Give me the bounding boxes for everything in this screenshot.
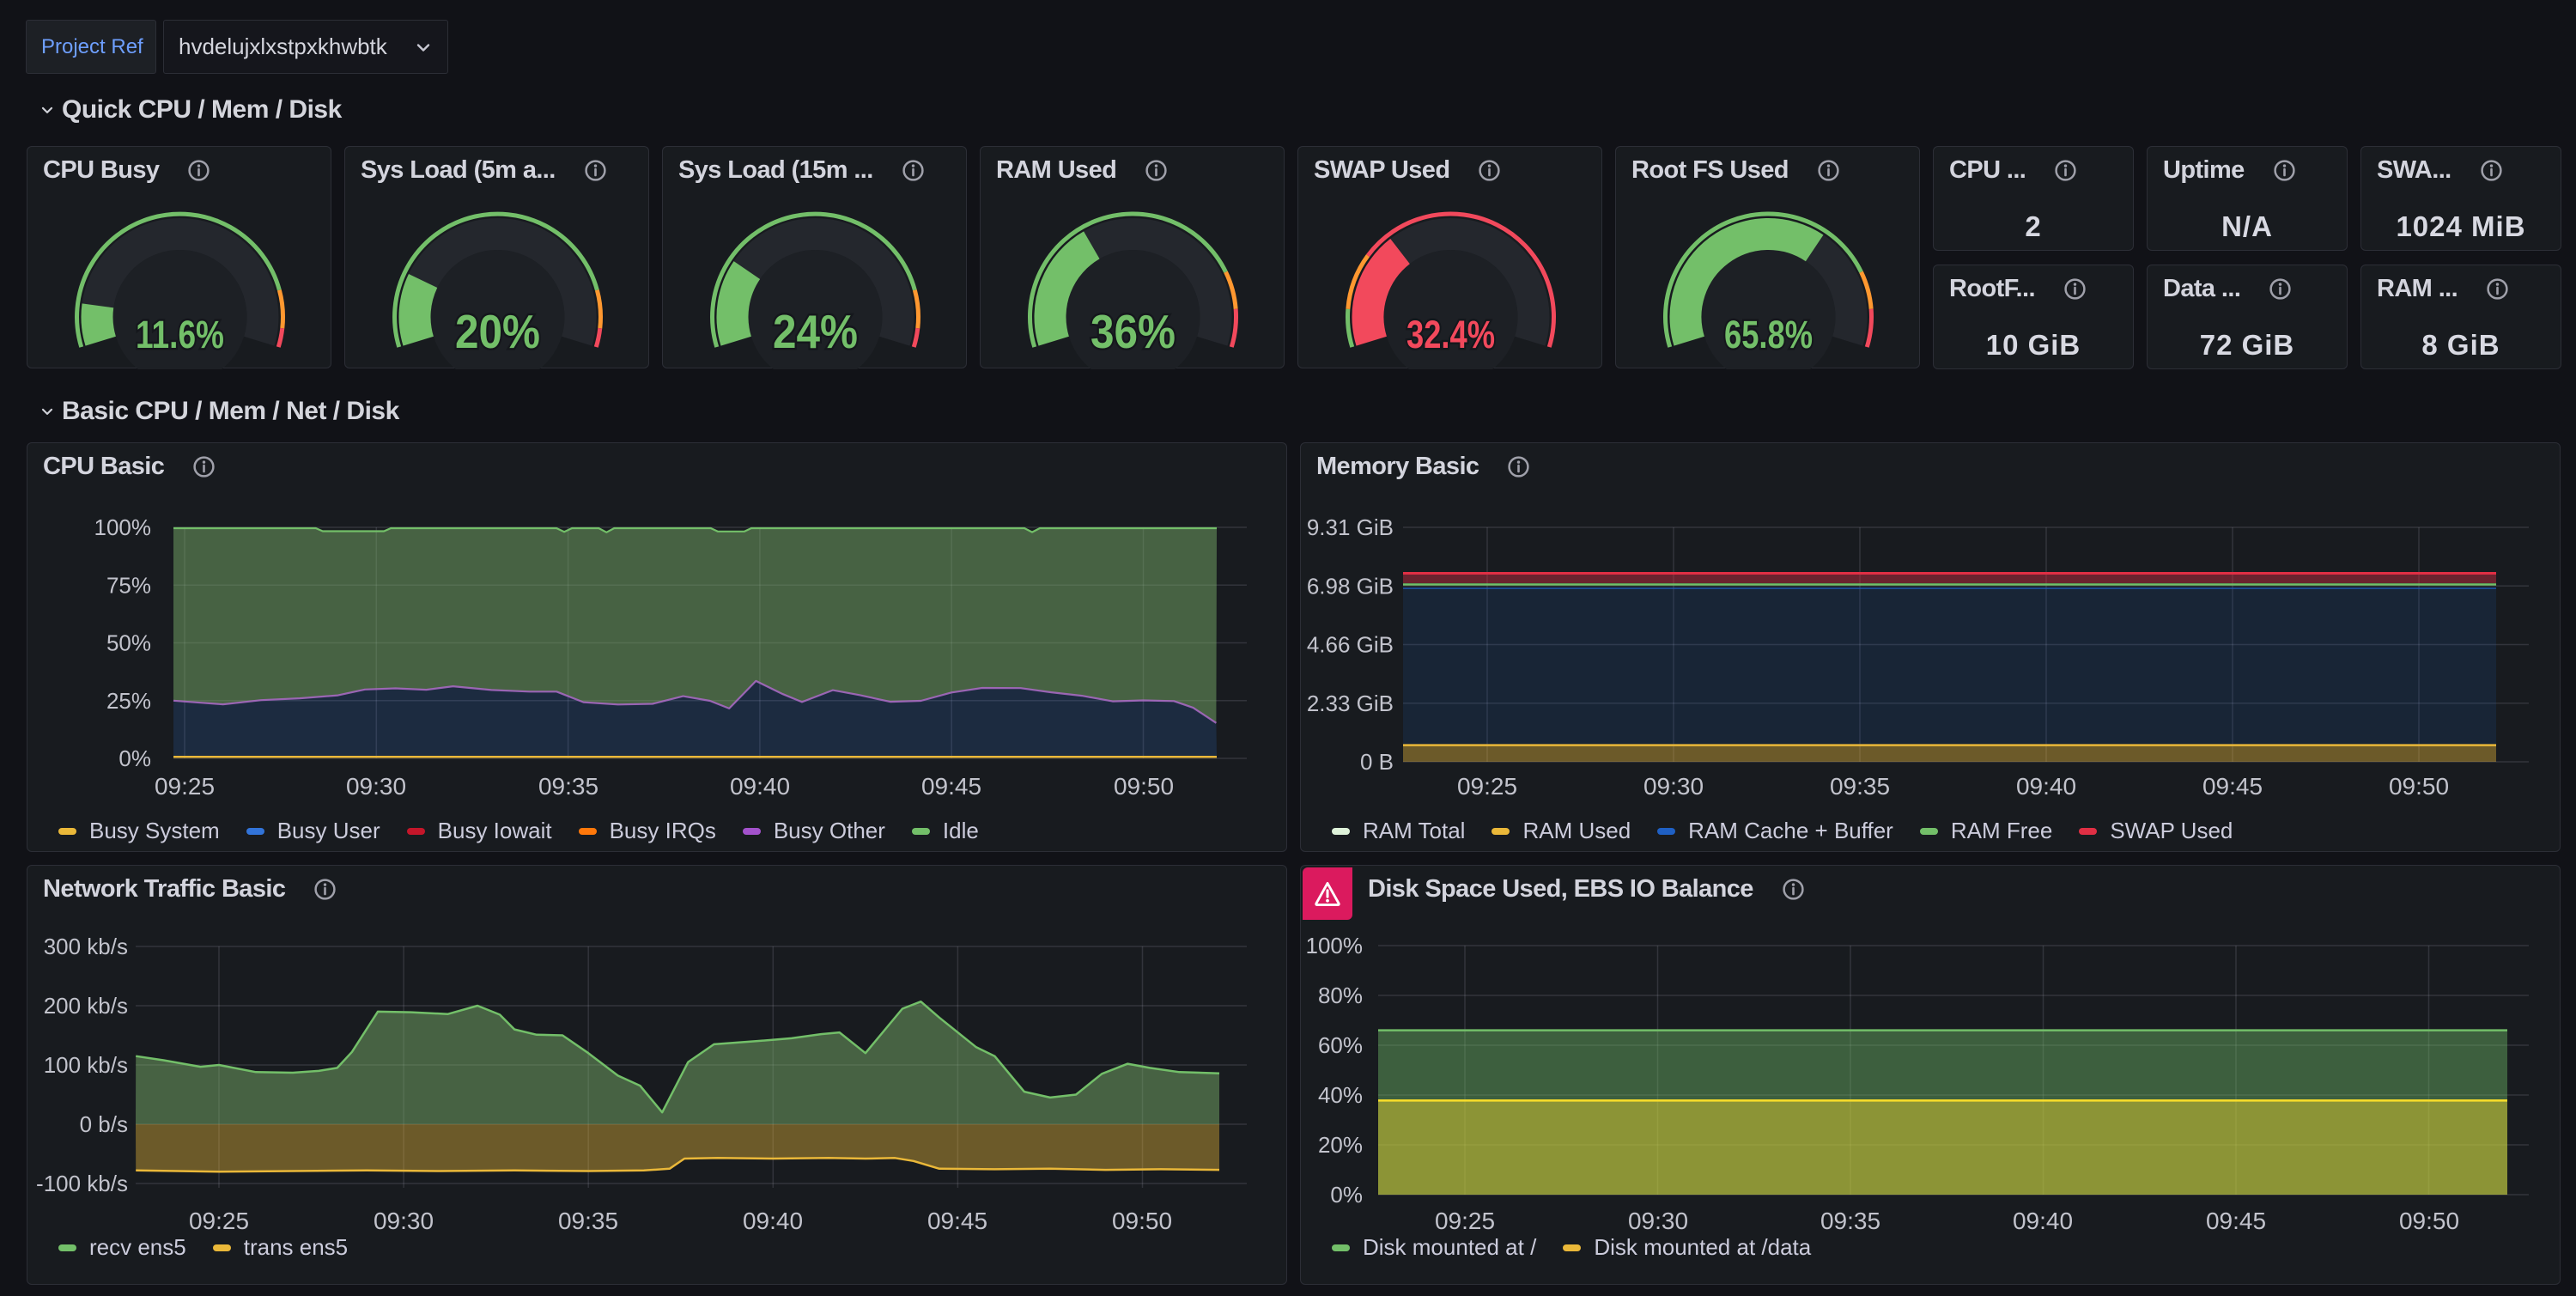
- svg-text:200 kb/s: 200 kb/s: [44, 993, 128, 1019]
- svg-text:65.8%: 65.8%: [1724, 313, 1813, 356]
- svg-text:2.33 GiB: 2.33 GiB: [1307, 691, 1394, 716]
- svg-text:09:30: 09:30: [1643, 773, 1704, 800]
- svg-text:9.31 GiB: 9.31 GiB: [1307, 514, 1394, 540]
- svg-text:20%: 20%: [1318, 1132, 1363, 1158]
- svg-text:60%: 60%: [1318, 1032, 1363, 1058]
- svg-text:25%: 25%: [106, 688, 151, 714]
- svg-text:09:50: 09:50: [1114, 773, 1174, 800]
- svg-text:09:50: 09:50: [2389, 773, 2449, 800]
- svg-text:09:35: 09:35: [1830, 773, 1890, 800]
- svg-text:09:45: 09:45: [927, 1208, 987, 1234]
- svg-text:100%: 100%: [94, 514, 152, 540]
- svg-text:11.6%: 11.6%: [136, 313, 224, 356]
- svg-text:32.4%: 32.4%: [1406, 313, 1495, 356]
- svg-text:40%: 40%: [1318, 1082, 1363, 1108]
- svg-text:20%: 20%: [455, 305, 540, 358]
- svg-text:50%: 50%: [106, 630, 151, 656]
- svg-text:4.66 GiB: 4.66 GiB: [1307, 632, 1394, 658]
- svg-text:0 B: 0 B: [1360, 749, 1394, 775]
- svg-text:09:25: 09:25: [1457, 773, 1517, 800]
- svg-text:09:30: 09:30: [346, 773, 406, 800]
- svg-text:09:45: 09:45: [2202, 773, 2263, 800]
- svg-text:09:25: 09:25: [189, 1208, 249, 1234]
- svg-text:100%: 100%: [1306, 933, 1364, 958]
- svg-text:6.98 GiB: 6.98 GiB: [1307, 573, 1394, 599]
- svg-text:09:25: 09:25: [155, 773, 215, 800]
- svg-text:09:50: 09:50: [2399, 1208, 2459, 1234]
- svg-text:36%: 36%: [1091, 305, 1176, 358]
- svg-text:0%: 0%: [118, 745, 151, 771]
- svg-text:09:35: 09:35: [538, 773, 598, 800]
- svg-text:09:40: 09:40: [2016, 773, 2076, 800]
- svg-text:09:25: 09:25: [1435, 1208, 1495, 1234]
- svg-text:75%: 75%: [106, 572, 151, 598]
- svg-text:09:30: 09:30: [374, 1208, 434, 1234]
- svg-text:300 kb/s: 300 kb/s: [44, 934, 128, 959]
- svg-text:09:40: 09:40: [2013, 1208, 2073, 1234]
- svg-text:-100 kb/s: -100 kb/s: [36, 1171, 128, 1196]
- svg-text:09:30: 09:30: [1628, 1208, 1688, 1234]
- svg-text:09:45: 09:45: [921, 773, 981, 800]
- svg-text:0%: 0%: [1330, 1182, 1363, 1208]
- svg-text:09:50: 09:50: [1112, 1208, 1172, 1234]
- svg-text:09:35: 09:35: [558, 1208, 618, 1234]
- svg-text:24%: 24%: [773, 305, 858, 358]
- svg-text:09:35: 09:35: [1820, 1208, 1880, 1234]
- svg-text:100 kb/s: 100 kb/s: [44, 1052, 128, 1078]
- svg-text:80%: 80%: [1318, 983, 1363, 1008]
- svg-text:09:40: 09:40: [730, 773, 790, 800]
- svg-text:09:40: 09:40: [743, 1208, 803, 1234]
- svg-text:0 b/s: 0 b/s: [80, 1111, 128, 1137]
- svg-text:09:45: 09:45: [2206, 1208, 2266, 1234]
